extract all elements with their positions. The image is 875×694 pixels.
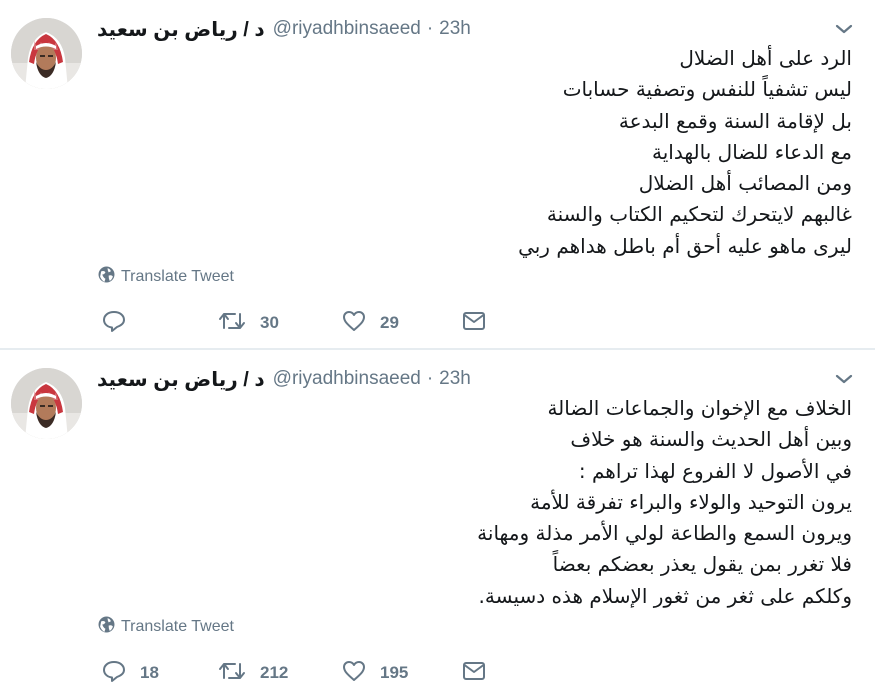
heart-icon xyxy=(342,660,366,687)
like-button[interactable]: 195 xyxy=(342,659,408,687)
tweet[interactable]: د / رياض بن سعيد @riyadhbinsaeed · 23h ا… xyxy=(0,0,875,349)
tweet-timestamp[interactable]: 23h xyxy=(439,18,471,40)
envelope-icon xyxy=(462,660,486,687)
globe-icon xyxy=(98,616,115,638)
avatar[interactable] xyxy=(11,18,82,89)
author-handle[interactable]: @riyadhbinsaeed xyxy=(273,18,421,40)
tweet-text-line: الرد على أهل الضلال xyxy=(679,46,852,70)
tweet-text-line: بل لإقامة السنة وقمع البدعة xyxy=(618,108,852,133)
tweet-timestamp[interactable]: 23h xyxy=(439,368,471,390)
tweet-text-line: ويرون السمع والطاعة لولي الأمر مذلة ومها… xyxy=(477,521,852,546)
tweet-feed: د / رياض بن سعيد @riyadhbinsaeed · 23h ا… xyxy=(0,0,875,694)
like-count: 195 xyxy=(380,663,409,682)
tweet-actions: 18 212 195 xyxy=(98,659,518,687)
tweet-header: د / رياض بن سعيد @riyadhbinsaeed · 23h xyxy=(97,366,471,392)
retweet-button[interactable]: 30 xyxy=(218,309,279,337)
tweet-text-line: يرون التوحيد والولاء والبراء تفرقة للأمة xyxy=(530,489,852,514)
direct-message-button[interactable] xyxy=(462,309,486,337)
direct-message-button[interactable] xyxy=(462,659,486,687)
translate-tweet-link[interactable]: Translate Tweet xyxy=(98,616,234,638)
avatar-image xyxy=(11,368,82,439)
chevron-down-icon[interactable] xyxy=(834,372,854,386)
retweet-count: 212 xyxy=(260,663,289,682)
reply-count: 18 xyxy=(140,663,159,682)
tweet-text-line: في الأصول لا الفروع لهذا تراهم : xyxy=(578,458,852,483)
tweet-text-line: ومن المصائب أهل الضلال xyxy=(638,171,852,196)
author-handle[interactable]: @riyadhbinsaeed xyxy=(273,368,421,390)
tweet-header: د / رياض بن سعيد @riyadhbinsaeed · 23h xyxy=(97,16,471,42)
separator-dot: · xyxy=(426,368,434,389)
tweet-text-line: مع الدعاء للضال بالهداية xyxy=(651,139,852,164)
retweet-count: 30 xyxy=(260,313,279,332)
tweet-text: الخلاف مع الإخوان والجماعات الضالة وبين … xyxy=(112,393,852,612)
tweet-text-line: غالبهم لايتحرك لتحكيم الكتاب والسنة xyxy=(546,202,852,227)
tweet-text-line: وبين أهل الحديث والسنة هو خلاف xyxy=(570,427,852,452)
like-count: 29 xyxy=(380,313,399,332)
globe-icon xyxy=(98,266,115,288)
tweet-text-line: فلا تغرر بمن يقول يعذر بعضكم بعضاً xyxy=(552,552,852,577)
tweet-text-line: وكلكم على ثغر من ثغور الإسلام هذه دسيسة. xyxy=(478,583,852,608)
retweet-icon xyxy=(218,310,246,337)
chevron-down-icon[interactable] xyxy=(834,22,854,36)
translate-tweet-label: Translate Tweet xyxy=(121,268,234,285)
tweet-actions: 30 29 xyxy=(98,309,518,337)
reply-icon xyxy=(102,310,126,337)
reply-button[interactable] xyxy=(102,309,140,337)
like-button[interactable]: 29 xyxy=(342,309,399,337)
reply-icon xyxy=(102,660,126,687)
separator-dot: · xyxy=(426,18,434,39)
tweet-text-line: ليس تشفياً للنفس وتصفية حسابات xyxy=(562,77,852,102)
tweet-text-line: ليرى ماهو عليه أحق أم باطل هداهم ربي xyxy=(518,233,852,258)
translate-tweet-link[interactable]: Translate Tweet xyxy=(98,266,234,288)
avatar-image xyxy=(11,18,82,89)
heart-icon xyxy=(342,310,366,337)
tweet-text: الرد على أهل الضلال ليس تشفياً للنفس وتص… xyxy=(112,43,852,262)
tweet[interactable]: د / رياض بن سعيد @riyadhbinsaeed · 23h ا… xyxy=(0,350,875,694)
envelope-icon xyxy=(462,310,486,337)
retweet-button[interactable]: 212 xyxy=(218,659,288,687)
reply-button[interactable]: 18 xyxy=(102,659,159,687)
retweet-icon xyxy=(218,660,246,687)
avatar[interactable] xyxy=(11,368,82,439)
tweet-text-line: الخلاف مع الإخوان والجماعات الضالة xyxy=(547,396,852,420)
author-display-name[interactable]: د / رياض بن سعيد xyxy=(97,17,265,42)
translate-tweet-label: Translate Tweet xyxy=(121,618,234,635)
author-display-name[interactable]: د / رياض بن سعيد xyxy=(97,367,265,392)
